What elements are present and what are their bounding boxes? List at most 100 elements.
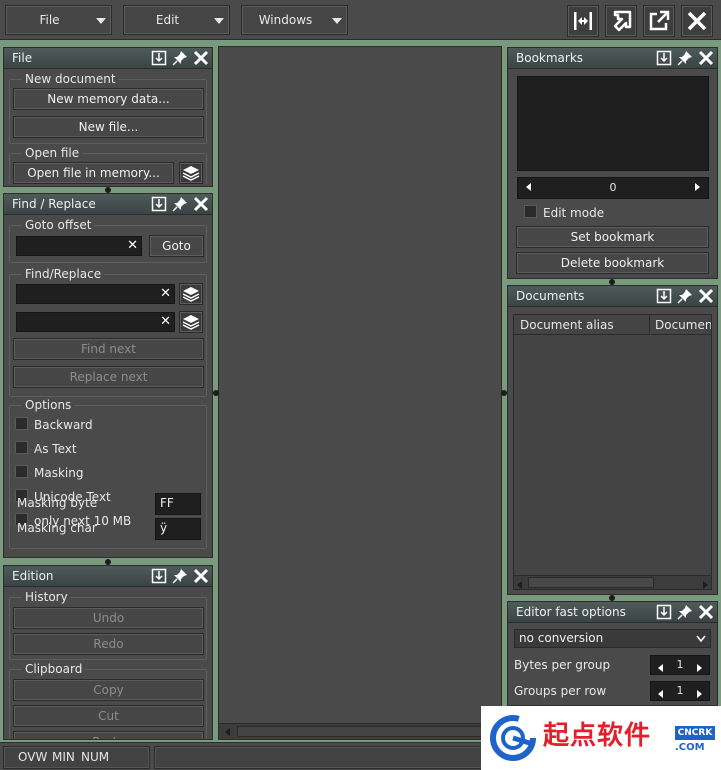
replace-input[interactable]: ✕ [16,312,175,332]
open-file-in-memory-button[interactable]: Open file in memory... [13,162,174,184]
documents-panel-header: Documents [508,286,717,307]
dock-button[interactable] [150,567,168,585]
close-icon [698,604,714,620]
windows-menu-label: Windows [258,13,313,27]
pin-button[interactable] [676,49,694,67]
horizontal-scrollbar[interactable] [219,723,501,739]
paste-button[interactable]: Paste [13,731,204,739]
splitter-handle[interactable] [213,390,219,396]
dock-button[interactable] [655,603,673,621]
bytes-per-group-stepper[interactable]: 1 [650,655,710,675]
dock-down-icon [656,604,672,620]
detach-button[interactable] [643,5,675,37]
pin-button[interactable] [676,603,694,621]
windows-menu[interactable]: Windows [241,5,348,35]
close-panel-button[interactable] [192,195,210,213]
documents-table[interactable]: Document alias Document t [513,314,712,590]
new-memory-data-button[interactable]: New memory data... [13,88,204,110]
set-bookmark-button[interactable]: Set bookmark [516,226,709,248]
dock-button[interactable] [655,287,673,305]
edition-panel: Edition History Undo Redo Clipboard Copy… [3,565,213,740]
undo-button[interactable]: Undo [13,607,204,629]
column-header-alias[interactable]: Document alias [514,315,650,335]
dock-button[interactable] [150,49,168,67]
edit-mode-checkbox[interactable] [524,205,537,218]
edit-mode-label: Edit mode [543,206,605,220]
backward-label: Backward [34,418,93,432]
scroll-left-button[interactable] [516,578,524,589]
new-file-button[interactable]: New file... [13,116,204,138]
increment-button[interactable] [696,661,703,675]
panel-controls [655,49,715,67]
close-panel-button[interactable] [192,567,210,585]
fast-options-header: Editor fast options [508,602,717,623]
close-panel-button[interactable] [697,603,715,621]
panel-controls [655,603,715,621]
masking-checkbox[interactable] [15,465,28,478]
redo-button[interactable]: Redo [13,633,204,655]
documents-scrollbar[interactable] [514,575,711,589]
scrollbar-track[interactable] [237,726,483,737]
conversion-select[interactable]: no conversion [514,629,711,648]
goto-button[interactable]: Goto [149,235,204,257]
file-menu[interactable]: File [5,5,112,35]
dock-down-icon [656,288,672,304]
cut-button[interactable]: Cut [13,705,204,727]
masking-byte-input[interactable]: FF [155,493,201,515]
scroll-right-button[interactable] [701,578,709,589]
masking-byte-label: Masking byte [17,496,98,510]
dock-down-icon [151,50,167,66]
next-bookmark-button[interactable] [692,181,702,195]
brand-name: 起点软件 [543,721,652,751]
masking-char-input[interactable]: ÿ [155,518,201,540]
external-link-icon [649,10,670,31]
pin-button[interactable] [171,49,189,67]
dock-button[interactable] [655,49,673,67]
bookmarks-list[interactable] [517,76,709,171]
replace-next-button[interactable]: Replace next [13,366,204,388]
fast-options-panel: Editor fast options no conversion Bytes … [507,601,718,706]
replace-history-button[interactable] [179,311,203,333]
close-panel-button[interactable] [697,49,715,67]
close-panel-button[interactable] [192,49,210,67]
groups-per-row-stepper[interactable]: 1 [650,681,710,701]
as-text-checkbox[interactable] [15,441,28,454]
open-file-title: Open file [22,146,83,160]
dock-down-icon [656,50,672,66]
watermark-logo: 起点软件 CNCRK .COM [481,706,721,770]
find-next-button[interactable]: Find next [13,338,204,360]
goto-offset-input[interactable]: ✕ [16,236,142,256]
conversion-value: no conversion [519,631,604,645]
column-header-title[interactable]: Document t [651,315,711,335]
pin-button[interactable] [171,567,189,585]
scrollbar-thumb[interactable] [528,577,654,588]
panel-controls [655,287,715,305]
clear-icon[interactable]: ✕ [127,237,138,255]
fit-width-button[interactable] [567,5,599,37]
scroll-left-button[interactable] [221,725,235,738]
hex-editor-area[interactable] [218,46,502,740]
increment-button[interactable] [696,687,703,701]
edit-menu[interactable]: Edit [123,5,230,35]
panel-controls [150,195,210,213]
mode-indicators: OVW MIN NUM [3,746,150,769]
backward-checkbox[interactable] [15,417,28,430]
close-icon [193,568,209,584]
open-file-layers-button[interactable] [179,162,203,184]
masking-label: Masking [34,466,84,480]
copy-button[interactable]: Copy [13,679,204,701]
close-panel-button[interactable] [697,287,715,305]
find-input[interactable]: ✕ [16,284,175,304]
dock-button[interactable] [150,195,168,213]
fast-options-title: Editor fast options [516,605,626,619]
restore-button[interactable] [605,5,637,37]
delete-bookmark-button[interactable]: Delete bookmark [516,252,709,274]
clear-icon[interactable]: ✕ [160,313,171,331]
close-app-button[interactable] [681,5,713,37]
clear-icon[interactable]: ✕ [160,285,171,303]
pin-button[interactable] [676,287,694,305]
masking-char-label: Masking char [17,521,97,535]
panel-controls [150,49,210,67]
find-history-button[interactable] [179,283,203,305]
pin-button[interactable] [171,195,189,213]
